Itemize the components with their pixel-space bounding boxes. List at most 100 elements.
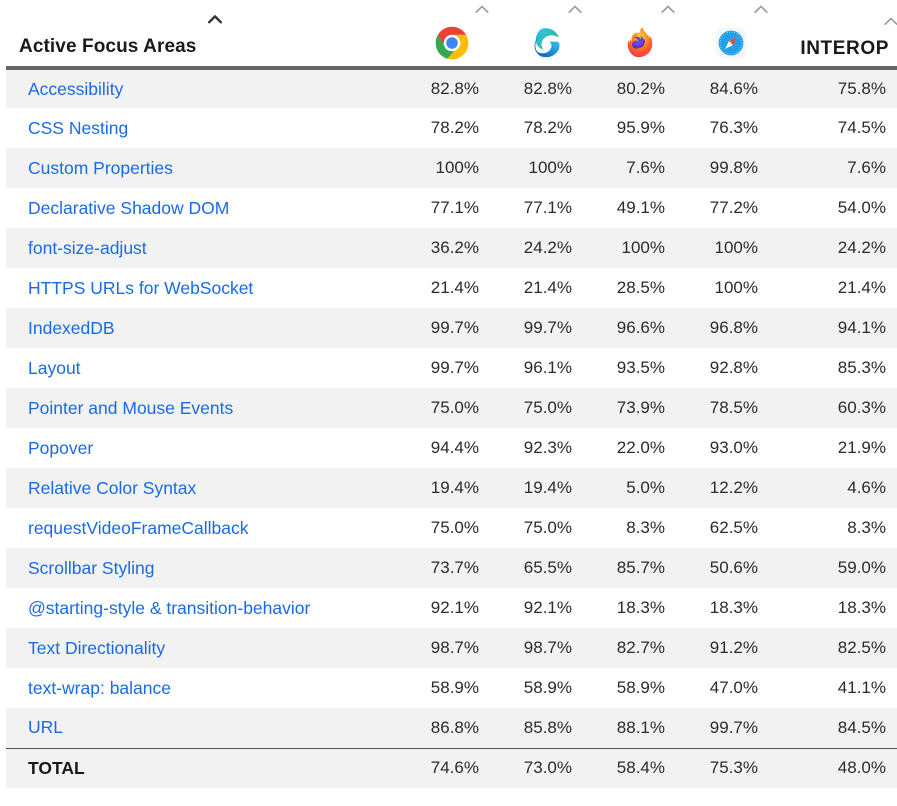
feature-link[interactable]: Custom Properties (28, 158, 173, 178)
chevron-up-icon[interactable] (475, 4, 489, 14)
feature-link[interactable]: font-size-adjust (28, 238, 147, 258)
score-cell-firefox: 88.1% (586, 708, 679, 748)
score-cell-firefox: 82.7% (586, 628, 679, 668)
feature-link[interactable]: Pointer and Mouse Events (28, 398, 233, 418)
interop-scores-table: Active Focus Areas INTEROP Accessibility… (0, 0, 897, 788)
chevron-up-icon[interactable] (661, 4, 675, 14)
score-cell-firefox: 49.1% (586, 188, 679, 228)
score-cell-chrome: 94.4% (400, 428, 493, 468)
feature-link[interactable]: CSS Nesting (28, 118, 128, 138)
score-cell-safari: 76.3% (679, 108, 772, 148)
feature-link[interactable]: IndexedDB (28, 318, 115, 338)
feature-link[interactable]: URL (28, 717, 63, 737)
table-row: text-wrap: balance 58.9% 58.9% 58.9% 47.0% 41… (0, 668, 897, 708)
table-row: Pointer and Mouse Events 75.0% 75.0% 73.9% 7… (0, 388, 897, 428)
score-cell-edge: 78.2% (493, 108, 586, 148)
column-header-firefox[interactable] (586, 0, 679, 70)
score-cell-firefox: 5.0% (586, 468, 679, 508)
score-cell-safari: 77.2% (679, 188, 772, 228)
chevron-up-icon[interactable] (884, 16, 897, 26)
score-cell-edge: 58.9% (493, 668, 586, 708)
score-cell-interop: 18.3% (772, 588, 897, 628)
score-cell-chrome: 73.7% (400, 548, 493, 588)
feature-name-cell: Scrollbar Styling (0, 548, 400, 588)
score-cell-firefox: 96.6% (586, 308, 679, 348)
score-cell-edge: 65.5% (493, 548, 586, 588)
table-header-row: Active Focus Areas INTEROP (3, 0, 897, 70)
feature-name-cell: Pointer and Mouse Events (0, 388, 400, 428)
score-cell-interop: 59.0% (772, 548, 897, 588)
total-score-cell-interop: 48.0% (772, 747, 897, 788)
column-header-interop[interactable]: INTEROP (772, 0, 897, 70)
feature-name-cell: Relative Color Syntax (0, 468, 400, 508)
feature-link[interactable]: Text Directionality (28, 638, 165, 658)
score-cell-chrome: 19.4% (400, 468, 493, 508)
column-header-edge[interactable] (493, 0, 586, 70)
score-cell-interop: 7.6% (772, 148, 897, 188)
feature-link[interactable]: text-wrap: balance (28, 678, 171, 698)
score-cell-safari: 100% (679, 268, 772, 308)
feature-link[interactable]: Popover (28, 438, 93, 458)
column-header-chrome[interactable] (400, 0, 493, 70)
feature-name-cell: Declarative Shadow DOM (0, 188, 400, 228)
score-cell-edge: 98.7% (493, 628, 586, 668)
table-row: Relative Color Syntax 19.4% 19.4% 5.0% 12.2%… (0, 468, 897, 508)
score-cell-interop: 94.1% (772, 308, 897, 348)
score-cell-chrome: 92.1% (400, 588, 493, 628)
feature-link[interactable]: requestVideoFrameCallback (28, 518, 249, 538)
feature-name-cell: URL (0, 708, 400, 748)
score-cell-safari: 100% (679, 228, 772, 268)
chrome-icon (435, 26, 469, 60)
score-cell-interop: 4.6% (772, 468, 897, 508)
score-cell-firefox: 73.9% (586, 388, 679, 428)
feature-name-cell: text-wrap: balance (0, 668, 400, 708)
chevron-up-icon[interactable] (568, 4, 582, 14)
score-cell-chrome: 21.4% (400, 268, 493, 308)
score-cell-safari: 47.0% (679, 668, 772, 708)
score-cell-edge: 85.8% (493, 708, 586, 748)
score-cell-chrome: 99.7% (400, 308, 493, 348)
table-body: Accessibility 82.8% 82.8% 80.2% 84.6% 75.8% CS… (0, 68, 897, 788)
score-cell-firefox: 28.5% (586, 268, 679, 308)
total-score-cell-edge: 73.0% (493, 747, 586, 788)
score-cell-safari: 50.6% (679, 548, 772, 588)
score-cell-safari: 62.5% (679, 508, 772, 548)
score-cell-edge: 24.2% (493, 228, 586, 268)
edge-icon (528, 26, 562, 60)
feature-name-cell: Text Directionality (0, 628, 400, 668)
table-row: Declarative Shadow DOM 77.1% 77.1% 49.1% 77.… (0, 188, 897, 228)
table-header: Active Focus Areas INTEROP (3, 0, 897, 70)
score-cell-safari: 78.5% (679, 388, 772, 428)
safari-icon (714, 26, 748, 60)
feature-link[interactable]: @starting-style & transition-behavior (28, 598, 310, 618)
feature-link[interactable]: Accessibility (28, 79, 123, 99)
feature-link[interactable]: Scrollbar Styling (28, 558, 154, 578)
table-row: Scrollbar Styling 73.7% 65.5% 85.7% 50.6% 59.… (0, 548, 897, 588)
score-cell-firefox: 85.7% (586, 548, 679, 588)
table-row: font-size-adjust 36.2% 24.2% 100% 100% 24.2% (0, 228, 897, 268)
score-cell-chrome: 86.8% (400, 708, 493, 748)
column-header-label: INTEROP (800, 38, 889, 59)
feature-link[interactable]: Declarative Shadow DOM (28, 198, 229, 218)
score-cell-firefox: 22.0% (586, 428, 679, 468)
score-cell-edge: 21.4% (493, 268, 586, 308)
feature-link[interactable]: Layout (28, 358, 81, 378)
column-header-active-focus-areas[interactable]: Active Focus Areas (3, 0, 400, 70)
score-cell-safari: 12.2% (679, 468, 772, 508)
feature-name-cell: HTTPS URLs for WebSocket (0, 268, 400, 308)
feature-link[interactable]: HTTPS URLs for WebSocket (28, 278, 253, 298)
score-cell-firefox: 100% (586, 228, 679, 268)
column-header-safari[interactable] (679, 0, 772, 70)
score-cell-edge: 92.3% (493, 428, 586, 468)
score-cell-edge: 82.8% (493, 68, 586, 108)
score-cell-chrome: 58.9% (400, 668, 493, 708)
score-cell-interop: 75.8% (772, 68, 897, 108)
chevron-up-icon[interactable] (754, 4, 768, 14)
table-row: Accessibility 82.8% 82.8% 80.2% 84.6% 75.8% (0, 68, 897, 108)
score-cell-interop: 41.1% (772, 668, 897, 708)
score-cell-interop: 24.2% (772, 228, 897, 268)
feature-link[interactable]: Relative Color Syntax (28, 478, 196, 498)
chevron-up-icon[interactable] (208, 14, 222, 24)
column-header-label: Active Focus Areas (19, 36, 197, 57)
score-cell-edge: 75.0% (493, 388, 586, 428)
